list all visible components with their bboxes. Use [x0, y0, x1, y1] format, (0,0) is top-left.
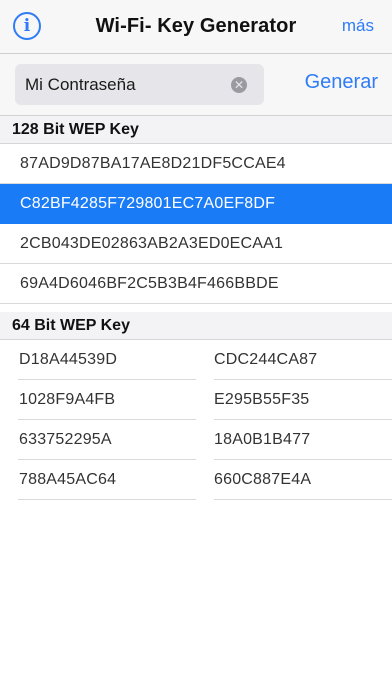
wep128-key-row-selected[interactable]: C82BF4285F729801EC7A0EF8DF	[0, 184, 392, 224]
wep64-key-cell[interactable]: 788A45AC64	[18, 460, 196, 500]
wep64-key-row: 633752295A 18A0B1B477	[0, 420, 392, 460]
wep64-key-text: 633752295A	[19, 430, 112, 448]
navigation-bar: i Wi-Fi- Key Generator más	[0, 0, 392, 54]
password-field-container: ✕	[15, 64, 264, 105]
password-input[interactable]	[25, 64, 225, 105]
section-header-64-bit: 64 Bit WEP Key	[0, 312, 392, 340]
wep64-key-text: 788A45AC64	[19, 470, 117, 488]
wep64-key-cell[interactable]: CDC244CA87	[214, 340, 392, 380]
wep64-key-cell[interactable]: D18A44539D	[18, 340, 196, 380]
wep64-key-cell[interactable]: 18A0B1B477	[214, 420, 392, 460]
wep64-key-cell[interactable]: 1028F9A4FB	[18, 380, 196, 420]
password-input-row: ✕ Generar	[0, 54, 392, 116]
wep128-key-text: C82BF4285F729801EC7A0EF8DF	[20, 194, 276, 212]
section-title-64-bit: 64 Bit WEP Key	[12, 317, 130, 334]
wep64-key-cell[interactable]: 633752295A	[18, 420, 196, 460]
wep128-key-row[interactable]: 69A4D6046BF2C5B3B4F466BBDE	[0, 264, 392, 304]
more-button[interactable]: más	[342, 16, 374, 36]
wep128-key-text: 87AD9D87BA17AE8D21DF5CCAE4	[20, 154, 286, 172]
wep64-key-text: 660C887E4A	[214, 470, 312, 488]
wep64-key-grid: D18A44539D CDC244CA87 1028F9A4FB E295B55…	[0, 340, 392, 500]
section-header-128-bit: 128 Bit WEP Key	[0, 116, 392, 144]
wep64-key-text: 1028F9A4FB	[19, 390, 116, 408]
wep64-key-cell[interactable]: 660C887E4A	[214, 460, 392, 500]
clear-glyph: ✕	[233, 78, 245, 92]
wep64-key-cell[interactable]: E295B55F35	[214, 380, 392, 420]
wep64-key-row: 1028F9A4FB E295B55F35	[0, 380, 392, 420]
wep64-key-row: 788A45AC64 660C887E4A	[0, 460, 392, 500]
clear-icon[interactable]: ✕	[231, 77, 247, 93]
wep64-key-text: D18A44539D	[19, 350, 118, 368]
wep64-key-text: 18A0B1B477	[214, 430, 311, 448]
generate-button[interactable]: Generar	[305, 71, 378, 94]
wep128-key-text: 69A4D6046BF2C5B3B4F466BBDE	[20, 274, 279, 292]
section-title-128-bit: 128 Bit WEP Key	[12, 121, 139, 138]
wep64-key-text: CDC244CA87	[214, 350, 318, 368]
wep128-key-list: 87AD9D87BA17AE8D21DF5CCAE4 C82BF4285F729…	[0, 144, 392, 304]
wep64-key-text: E295B55F35	[214, 390, 310, 408]
wep128-key-text: 2CB043DE02863AB2A3ED0ECAA1	[20, 234, 284, 252]
wep128-key-row[interactable]: 2CB043DE02863AB2A3ED0ECAA1	[0, 224, 392, 264]
wep128-key-row[interactable]: 87AD9D87BA17AE8D21DF5CCAE4	[0, 144, 392, 184]
wep64-key-row: D18A44539D CDC244CA87	[0, 340, 392, 380]
page-title: Wi-Fi- Key Generator	[95, 15, 297, 37]
